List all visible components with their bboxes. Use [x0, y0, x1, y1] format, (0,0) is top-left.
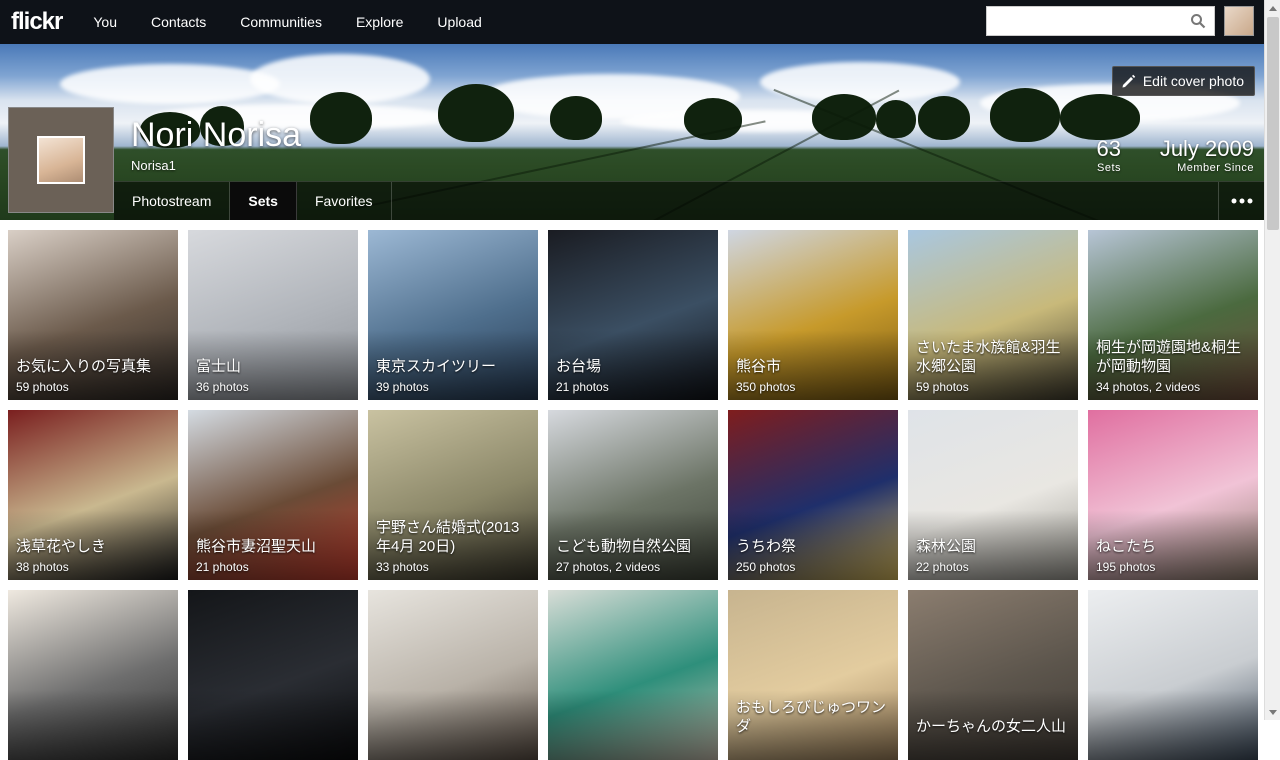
nav-communities[interactable]: Communities — [223, 0, 339, 44]
profile-username: Norisa1 — [131, 158, 176, 173]
scroll-thumb[interactable] — [1267, 17, 1279, 230]
pencil-icon — [1122, 74, 1136, 87]
flickr-logo[interactable]: flickr — [11, 8, 63, 36]
set-count: 22 photos — [916, 560, 969, 574]
nav-upload[interactable]: Upload — [420, 0, 498, 44]
profile-name: Nori Norisa — [131, 116, 302, 154]
set-card[interactable]: 浅草花やしき 38 photos — [8, 410, 178, 580]
scroll-up-arrow-icon[interactable] — [1265, 0, 1280, 16]
set-card[interactable]: 熊谷市 350 photos — [728, 230, 898, 400]
set-card[interactable]: 富士山 36 photos — [188, 230, 358, 400]
set-count: 59 photos — [916, 380, 969, 394]
set-card-shade — [188, 690, 358, 760]
set-title: 東京スカイツリー — [376, 358, 497, 375]
set-card[interactable]: お気に入りの写真集 59 photos — [8, 230, 178, 400]
set-card[interactable]: 桐生が岡遊園地&桐生 が岡動物園 34 photos, 2 videos — [1088, 230, 1258, 400]
set-title: お気に入りの写真集 — [16, 358, 152, 375]
set-card[interactable] — [548, 590, 718, 760]
set-card[interactable]: おもしろびじゅつワンダ — [728, 590, 898, 760]
profile-tab-bar: Photostream Sets Favorites — [114, 181, 1264, 220]
set-card[interactable]: こども動物自然公園 27 photos, 2 videos — [548, 410, 718, 580]
set-title: おもしろびじゅつワンダ — [736, 699, 887, 735]
stat-member-label: Member Since — [1177, 162, 1254, 174]
search-box — [986, 6, 1215, 36]
set-count: 38 photos — [16, 560, 69, 574]
set-count: 350 photos — [736, 380, 796, 394]
profile-avatar-image — [37, 136, 85, 184]
set-count: 39 photos — [376, 380, 429, 394]
set-title: さいたま水族館&羽生 水郷公園 — [916, 339, 1061, 375]
set-card[interactable]: お台場 21 photos — [548, 230, 718, 400]
stat-sets-value: 63 — [1096, 136, 1121, 161]
set-card[interactable]: うちわ祭 250 photos — [728, 410, 898, 580]
set-title: 熊谷市 — [736, 358, 782, 375]
more-dots-icon — [1231, 198, 1252, 204]
user-avatar[interactable] — [1224, 6, 1254, 36]
set-card[interactable]: 宇野さん結婚式(2013 年4月 20日) 33 photos — [368, 410, 538, 580]
edit-cover-photo-button[interactable]: Edit cover photo — [1111, 66, 1255, 96]
scroll-down-arrow-icon[interactable] — [1265, 704, 1280, 720]
set-card-shade — [8, 690, 178, 760]
set-card-shade — [548, 690, 718, 760]
stat-sets-label: Sets — [1096, 162, 1121, 174]
set-title: うちわ祭 — [736, 538, 797, 555]
set-card[interactable]: 東京スカイツリー 39 photos — [368, 230, 538, 400]
nav-contacts[interactable]: Contacts — [134, 0, 223, 44]
set-card[interactable] — [368, 590, 538, 760]
set-title: ねこたち — [1096, 538, 1157, 555]
sets-grid: お気に入りの写真集 59 photos 富士山 36 photos 東京スカイツリー 39… — [8, 230, 1258, 760]
set-title: 熊谷市妻沼聖天山 — [196, 538, 317, 555]
tab-favorites[interactable]: Favorites — [297, 182, 392, 220]
profile-avatar[interactable] — [8, 107, 114, 213]
set-card[interactable]: かーちゃんの女二人山 — [908, 590, 1078, 760]
stat-sets: 63 Sets — [1086, 136, 1121, 174]
more-options-button[interactable] — [1218, 182, 1264, 220]
search-input[interactable] — [987, 7, 1182, 35]
set-count: 34 photos, 2 videos — [1096, 380, 1201, 394]
set-card[interactable]: さいたま水族館&羽生 水郷公園 59 photos — [908, 230, 1078, 400]
set-count: 27 photos, 2 videos — [556, 560, 661, 574]
set-count: 21 photos — [556, 380, 609, 394]
nav-you[interactable]: You — [76, 0, 134, 44]
set-title: 富士山 — [196, 358, 242, 375]
stat-member-since: July 2009 Member Since — [1152, 136, 1254, 174]
set-card[interactable]: ねこたち 195 photos — [1088, 410, 1258, 580]
set-count: 250 photos — [736, 560, 796, 574]
set-card-shade — [1088, 690, 1258, 760]
set-count: 33 photos — [376, 560, 429, 574]
nav-explore[interactable]: Explore — [339, 0, 420, 44]
set-card-shade — [368, 690, 538, 760]
page-scrollbar[interactable] — [1264, 0, 1280, 720]
set-card[interactable] — [1088, 590, 1258, 760]
set-title: 森林公園 — [916, 538, 977, 555]
edit-cover-label: Edit cover photo — [1142, 73, 1244, 89]
set-card[interactable]: 森林公園 22 photos — [908, 410, 1078, 580]
set-count: 21 photos — [196, 560, 249, 574]
top-nav-bar: flickr You Contacts Communities Explore … — [0, 0, 1264, 44]
stat-member-value: July 2009 — [1159, 136, 1254, 161]
set-title: 宇野さん結婚式(2013 年4月 20日) — [376, 519, 520, 555]
set-count: 195 photos — [1096, 560, 1156, 574]
set-card[interactable]: 熊谷市妻沼聖天山 21 photos — [188, 410, 358, 580]
set-title: 桐生が岡遊園地&桐生 が岡動物園 — [1096, 339, 1242, 375]
set-title: こども動物自然公園 — [556, 538, 692, 555]
set-card[interactable] — [8, 590, 178, 760]
tab-sets[interactable]: Sets — [230, 182, 297, 220]
set-card[interactable] — [188, 590, 358, 760]
set-title: お台場 — [556, 358, 602, 375]
search-icon[interactable] — [1190, 13, 1206, 29]
set-title: 浅草花やしき — [16, 538, 107, 555]
tab-photostream[interactable]: Photostream — [114, 182, 231, 220]
set-count: 36 photos — [196, 380, 249, 394]
set-count: 59 photos — [16, 380, 69, 394]
